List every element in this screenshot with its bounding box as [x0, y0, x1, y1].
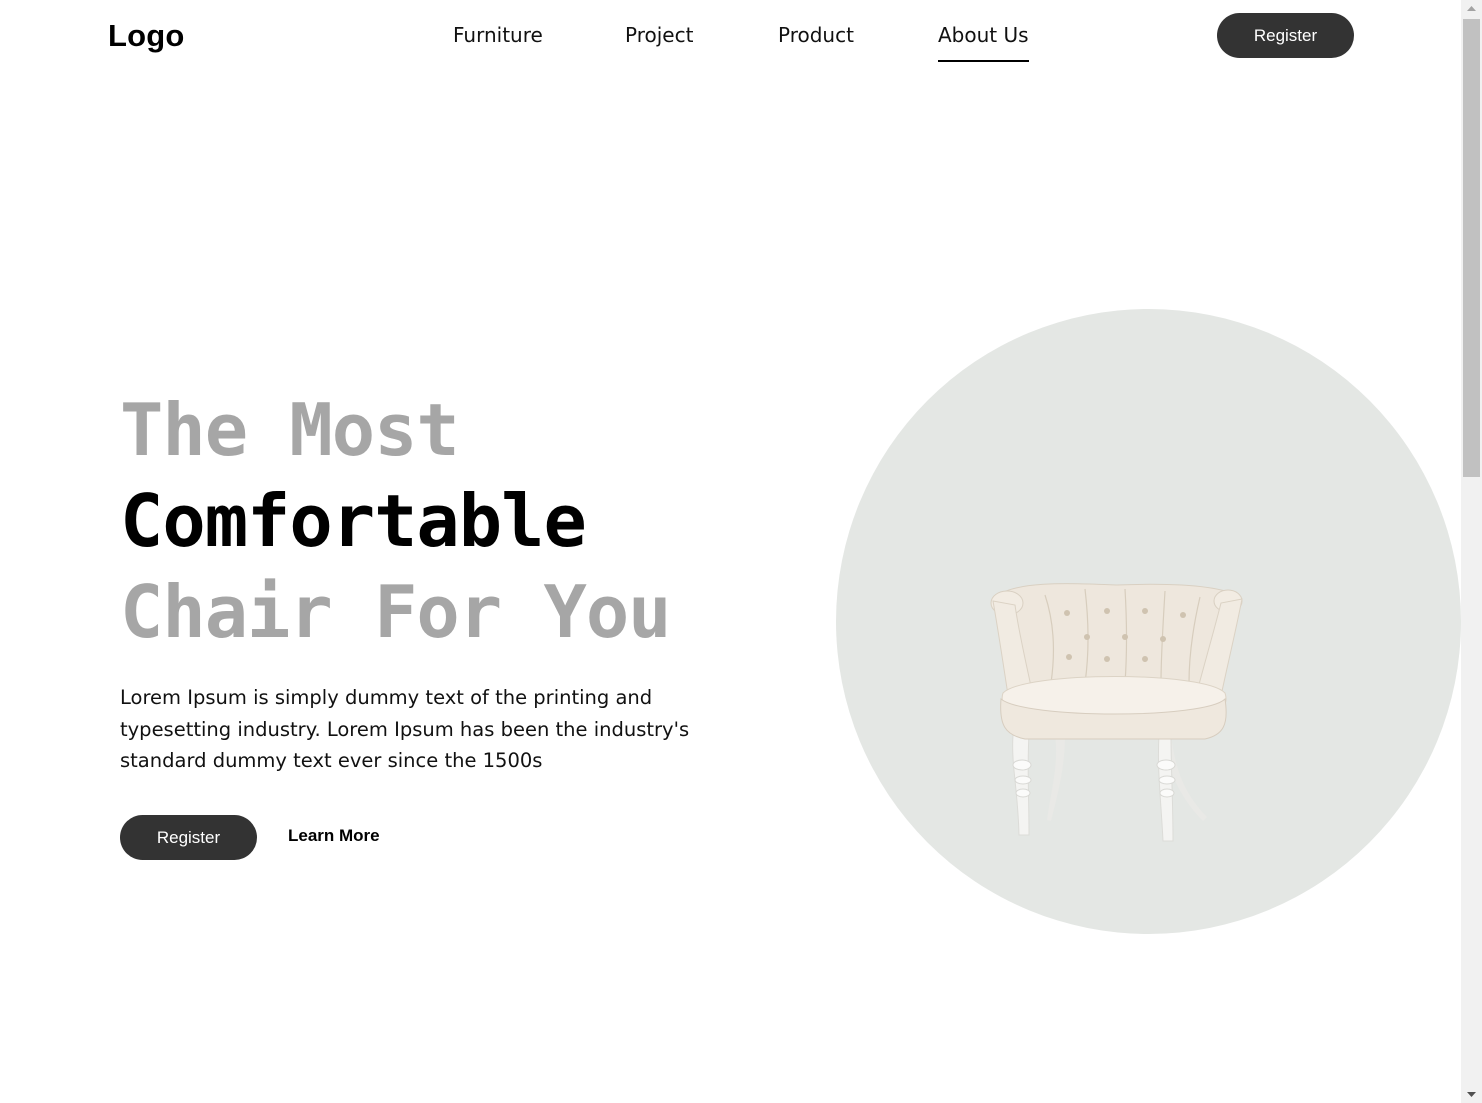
scroll-down-arrow-icon[interactable]: [1461, 1086, 1482, 1103]
learn-more-link[interactable]: Learn More: [288, 826, 380, 846]
hero-title-line-2: Comfortable: [120, 479, 587, 563]
landing-page: Logo Furniture Project Product About Us …: [0, 0, 1461, 1103]
hero-register-button[interactable]: Register: [120, 815, 257, 860]
hero-description: Lorem Ipsum is simply dummy text of the …: [120, 686, 690, 772]
vertical-scrollbar[interactable]: [1461, 0, 1482, 1103]
hero-title-line-3: Chair For You: [120, 570, 672, 654]
scroll-up-arrow-icon[interactable]: [1461, 0, 1482, 17]
armchair-image: [985, 575, 1250, 850]
nav-item-furniture[interactable]: Furniture: [453, 22, 543, 49]
header-register-button[interactable]: Register: [1217, 13, 1354, 58]
hero-title-line-1: The Most: [120, 388, 460, 472]
nav-item-project[interactable]: Project: [625, 22, 693, 49]
scrollbar-thumb[interactable]: [1463, 19, 1480, 477]
nav-item-about-us[interactable]: About Us: [938, 22, 1029, 62]
hero-title: The Most Comfortable Chair For You: [120, 385, 672, 658]
nav-item-product[interactable]: Product: [778, 22, 854, 49]
